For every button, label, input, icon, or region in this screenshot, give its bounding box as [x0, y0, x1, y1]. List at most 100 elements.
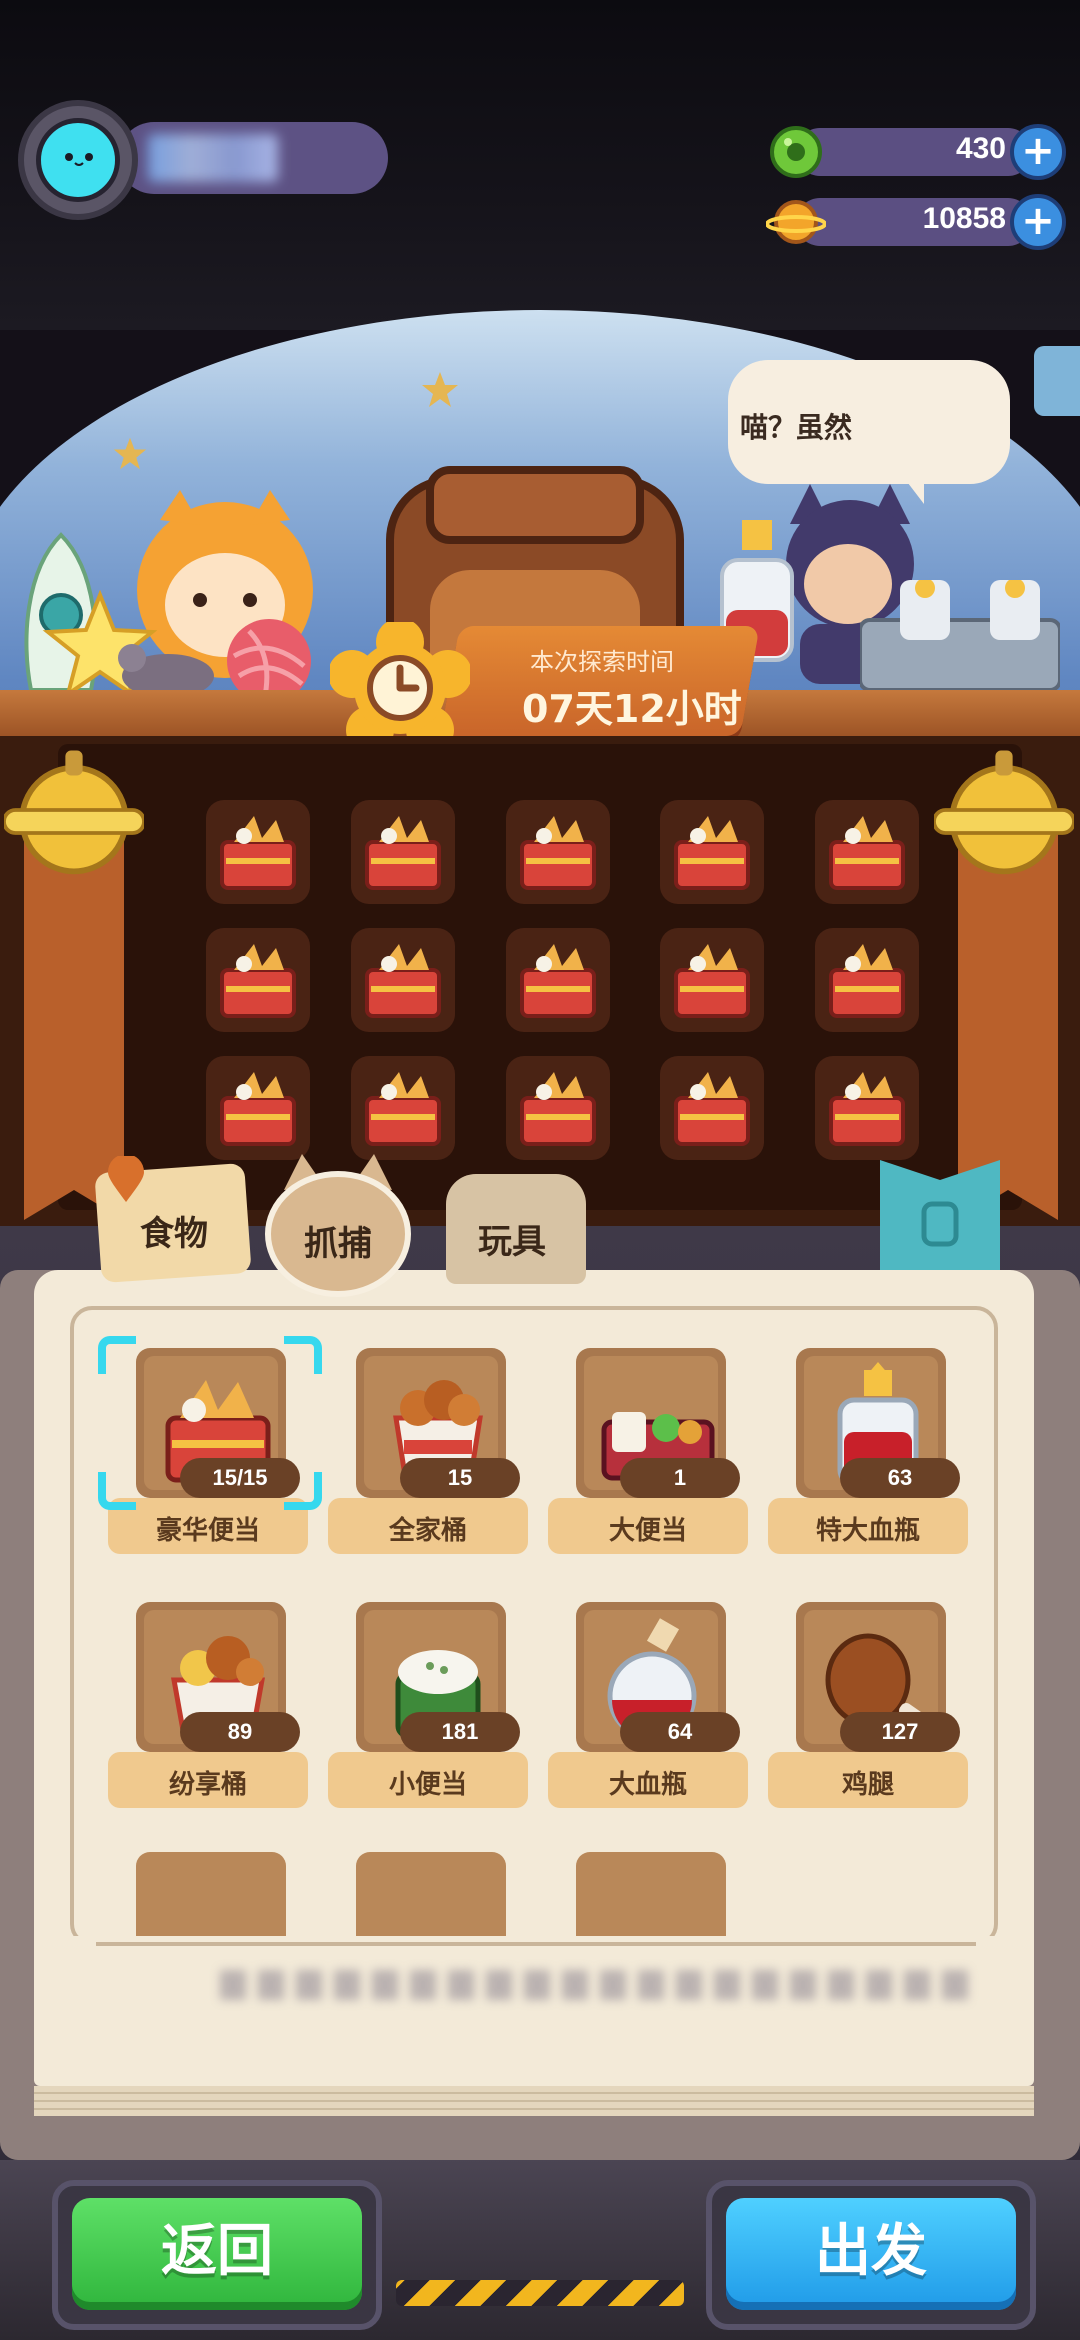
tab-food-label: 食物 [140, 1214, 208, 1254]
food-item[interactable]: 15/15 豪华便当 [98, 1336, 322, 1558]
tab-toys-label: 玩具 [478, 1222, 546, 1262]
map-pin-icon [108, 1156, 144, 1202]
food-item[interactable]: 15 全家桶 [328, 1348, 528, 1558]
backpack-slot[interactable] [351, 928, 455, 1032]
bell-icon [934, 750, 1074, 875]
page-edges [34, 2086, 1034, 2116]
deluxe-bento-icon [220, 1072, 296, 1146]
food-item[interactable]: 89 纷享桶 [108, 1602, 308, 1812]
deluxe-bento-icon [829, 1072, 905, 1146]
tab-toys[interactable]: 玩具 [440, 1160, 590, 1284]
avatar[interactable] [36, 118, 120, 202]
clock-icon [330, 622, 470, 752]
item-tile-partial[interactable] [356, 1852, 506, 1942]
item-name: 大血瓶 [608, 1770, 687, 1800]
star-icon [422, 372, 458, 407]
deluxe-bento-icon [220, 816, 296, 890]
item-name: 鸡腿 [841, 1770, 894, 1800]
player-name-redacted [148, 134, 278, 182]
item-count: 89 [180, 1712, 300, 1752]
deluxe-bento-icon [674, 944, 750, 1018]
backpack-slot[interactable] [351, 800, 455, 904]
selection-corner [284, 1472, 322, 1510]
backpack-slot[interactable] [206, 800, 310, 904]
food-item[interactable]: 181 小便当 [328, 1602, 528, 1812]
player-profile[interactable] [18, 100, 388, 220]
add-coins-button[interactable]: + [1010, 194, 1066, 250]
backpack-slot[interactable] [815, 1056, 919, 1160]
backpack-slot[interactable] [506, 1056, 610, 1160]
planet-coin-icon [766, 200, 826, 244]
speech-text: 喵？虽然 [740, 411, 853, 444]
back-button[interactable]: 返回 [72, 2198, 362, 2310]
item-name: 小便当 [388, 1770, 467, 1800]
player-name-bar[interactable] [118, 122, 388, 194]
add-gems-button[interactable]: + [1010, 124, 1066, 180]
coin-counter: 10858 + [766, 194, 1066, 250]
depart-button-frame: 出发 [706, 2180, 1036, 2330]
backpack-slot[interactable] [506, 800, 610, 904]
cat-face-icon [65, 153, 93, 166]
item-description-redacted [220, 1970, 980, 2000]
item-name: 全家桶 [388, 1516, 467, 1546]
tab-capture[interactable]: 抓捕 [262, 1150, 412, 1297]
tab-capture-label: 抓捕 [304, 1224, 372, 1264]
backpack-slot[interactable] [206, 928, 310, 1032]
bookmark-tab-icon[interactable] [880, 1160, 1000, 1270]
side-drawer-handle[interactable] [1034, 346, 1080, 416]
bell-icon [4, 750, 144, 875]
item-count: 63 [840, 1458, 960, 1498]
food-item[interactable]: 1 大便当 [548, 1348, 748, 1558]
backpack-slot[interactable] [815, 928, 919, 1032]
deluxe-bento-icon [520, 1072, 596, 1146]
backpack-slot[interactable] [206, 1056, 310, 1160]
deluxe-bento-icon [829, 816, 905, 890]
item-name: 大便当 [608, 1516, 687, 1546]
deluxe-bento-icon [674, 1072, 750, 1146]
selection-corner [284, 1336, 322, 1374]
item-name: 纷享桶 [168, 1770, 247, 1800]
deluxe-bento-icon [365, 816, 441, 890]
exploration-timer: 本次探索时间 07天12小时 [330, 612, 780, 752]
item-count: 181 [400, 1712, 520, 1752]
backpack-slot[interactable] [660, 800, 764, 904]
grid-bottom-border [96, 1942, 976, 1946]
speech-bubble: 喵？虽然 [728, 360, 1010, 504]
item-count: 64 [620, 1712, 740, 1752]
selection-corner [98, 1336, 136, 1374]
gem-counter: 430 + [766, 124, 1066, 180]
deluxe-bento-icon [829, 944, 905, 1018]
item-tile-partial[interactable] [576, 1852, 726, 1942]
backpack-slot[interactable] [506, 928, 610, 1032]
back-button-frame: 返回 [52, 2180, 382, 2330]
tab-food[interactable]: 食物 [94, 1156, 252, 1284]
selection-corner [98, 1472, 136, 1510]
hazard-stripe [396, 2280, 684, 2306]
item-count: 1 [620, 1458, 740, 1498]
deluxe-bento-icon [365, 1072, 441, 1146]
food-item[interactable]: 63 特大血瓶 [768, 1348, 968, 1558]
deluxe-bento-icon [365, 944, 441, 1018]
coin-amount: 10858 [922, 202, 1006, 235]
star-icon [113, 437, 147, 470]
item-count: 15 [400, 1458, 520, 1498]
food-item[interactable]: 64 大血瓶 [548, 1602, 748, 1812]
item-count: 127 [840, 1712, 960, 1752]
backpack-slot[interactable] [815, 800, 919, 904]
backpack-slot[interactable] [660, 1056, 764, 1160]
item-count: 15/15 [180, 1458, 300, 1498]
deluxe-bento-icon [520, 816, 596, 890]
deluxe-bento-icon [520, 944, 596, 1018]
backpack-slot[interactable] [351, 1056, 455, 1160]
timer-value: 07天12小时 [522, 687, 742, 731]
potion-rack-icon [860, 580, 1060, 690]
item-name: 特大血瓶 [815, 1516, 920, 1546]
backpack-slot[interactable] [660, 928, 764, 1032]
gem-amount: 430 [955, 132, 1006, 165]
deluxe-bento-icon [220, 944, 296, 1018]
donut-gem-icon [770, 126, 822, 178]
item-tile-partial[interactable] [136, 1852, 286, 1942]
depart-button[interactable]: 出发 [726, 2198, 1016, 2310]
item-name: 豪华便当 [155, 1516, 260, 1546]
food-item[interactable]: 127 鸡腿 [768, 1602, 968, 1812]
